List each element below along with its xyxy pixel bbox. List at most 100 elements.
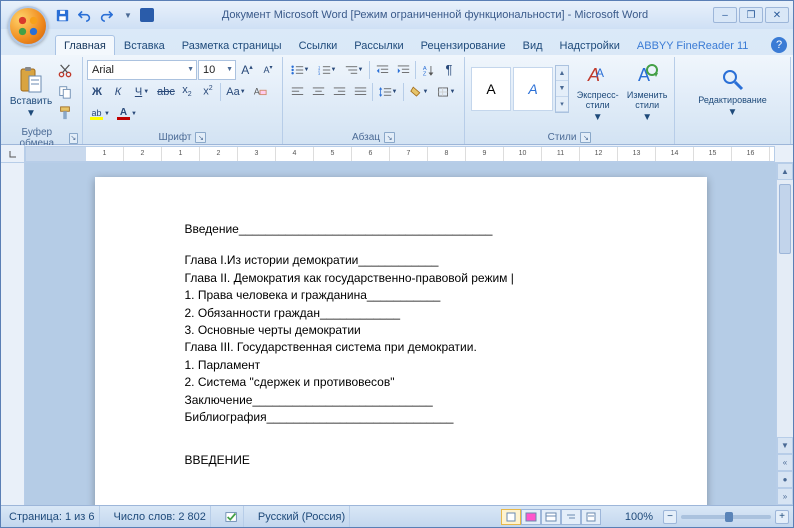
copy-button[interactable] [55,82,75,102]
quick-styles-button[interactable]: AA Экспресс-стили▼ [573,59,622,125]
font-color-button[interactable]: A▼ [114,104,140,124]
increase-indent-button[interactable] [393,60,413,80]
highlight-color-button[interactable]: ab▼ [87,104,113,124]
qat-undo-button[interactable] [75,6,93,24]
zoom-percent[interactable]: 100% [619,511,659,523]
align-left-button[interactable] [287,82,307,102]
document-line[interactable]: Библиография____________________________ [185,409,617,426]
cut-button[interactable] [55,61,75,81]
tab-abbyy[interactable]: ABBYY FineReader 11 [629,36,757,55]
document-line[interactable]: 2. Система "сдержек и противовесов" [185,374,617,391]
document-line[interactable]: 2. Обязанности граждан____________ [185,305,617,322]
view-print-layout[interactable] [501,509,521,525]
grow-font-button[interactable]: A▴ [237,60,257,80]
style-thumb-heading[interactable]: A [513,67,553,111]
status-page[interactable]: Страница: 1 из 6 [5,506,100,527]
horizontal-ruler[interactable]: 1212345678910111213141516 [25,146,775,162]
document-line[interactable]: 1. Права человека и гражданина__________… [185,287,617,304]
format-painter-button[interactable] [55,103,75,123]
tab-home[interactable]: Главная [55,35,115,55]
style-thumb-normal[interactable]: A [471,67,511,111]
status-language[interactable]: Русский (Россия) [254,506,350,527]
page-viewport[interactable]: Введение________________________________… [25,163,776,505]
clear-formatting-button[interactable]: A [250,82,270,102]
document-line[interactable]: ВВЕДЕНИЕ [185,452,617,469]
justify-button[interactable] [350,82,370,102]
document-line[interactable]: 1. Парламент [185,357,617,374]
styles-dialog-launcher[interactable]: ↘ [580,132,591,143]
scrollbar-thumb[interactable] [779,184,791,254]
minimize-button[interactable]: – [713,7,737,23]
zoom-in-button[interactable]: + [775,510,789,524]
view-full-screen[interactable] [521,509,541,525]
align-center-button[interactable] [308,82,328,102]
tab-mailings[interactable]: Рассылки [346,36,411,55]
document-line[interactable]: Глава I.Из истории демократии___________… [185,252,617,269]
document-line[interactable]: Глава III. Государственная система при д… [185,339,617,356]
scrollbar-track[interactable] [777,180,793,437]
decrease-indent-button[interactable] [372,60,392,80]
scroll-down-button[interactable]: ▼ [777,437,793,454]
tab-addins[interactable]: Надстройки [552,36,628,55]
document-line[interactable] [185,238,617,252]
scroll-up-button[interactable]: ▲ [777,163,793,180]
document-line[interactable]: Заключение___________________________ [185,392,617,409]
styles-gallery-scroll[interactable]: ▲▼▾ [555,65,569,113]
zoom-out-button[interactable]: − [663,510,677,524]
vertical-ruler[interactable] [1,163,25,505]
align-right-button[interactable] [329,82,349,102]
paste-button[interactable]: Вставить ▼ [9,59,53,125]
editing-button[interactable]: Редактирование▼ [688,59,778,125]
browse-object-button[interactable]: ● [777,471,793,488]
italic-button[interactable]: К [108,82,128,102]
bullets-button[interactable]: ▼ [287,60,313,80]
underline-button[interactable]: Ч▼ [129,82,155,102]
show-marks-button[interactable]: ¶ [439,60,459,80]
view-draft[interactable] [581,509,601,525]
tab-page-layout[interactable]: Разметка страницы [174,36,290,55]
superscript-button[interactable]: x2 [198,82,218,102]
multilevel-list-button[interactable]: ▼ [341,60,367,80]
document-line[interactable] [185,426,617,440]
strikethrough-button[interactable]: abc [156,82,176,102]
document-page[interactable]: Введение________________________________… [95,177,707,505]
status-spellcheck[interactable] [221,506,244,527]
bold-button[interactable]: Ж [87,82,107,102]
shading-button[interactable]: ▼ [406,82,432,102]
prev-page-button[interactable]: « [777,454,793,471]
qat-redo-button[interactable] [97,6,115,24]
paragraph-dialog-launcher[interactable]: ↘ [384,132,395,143]
sort-button[interactable]: AZ [418,60,438,80]
document-line[interactable]: 3. Основные черты демократии [185,322,617,339]
change-case-button[interactable]: Aa▼ [223,82,249,102]
line-spacing-button[interactable]: ▼ [375,82,401,102]
help-button[interactable]: ? [771,37,787,53]
close-button[interactable]: ✕ [765,7,789,23]
change-styles-button[interactable]: A Изменить стили▼ [624,59,670,125]
view-web-layout[interactable] [541,509,561,525]
borders-button[interactable]: ▼ [433,82,459,102]
tab-references[interactable]: Ссылки [291,36,346,55]
zoom-slider-thumb[interactable] [725,512,733,522]
tab-view[interactable]: Вид [515,36,551,55]
tab-review[interactable]: Рецензирование [413,36,514,55]
subscript-button[interactable]: x2 [177,82,197,102]
tab-selector[interactable] [1,145,25,163]
font-dialog-launcher[interactable]: ↘ [195,132,206,143]
next-page-button[interactable]: » [777,488,793,505]
document-line[interactable]: Введение________________________________… [185,221,617,238]
view-outline[interactable] [561,509,581,525]
office-button[interactable] [8,6,48,46]
shrink-font-button[interactable]: A▾ [258,60,278,80]
qat-save-button[interactable] [53,6,71,24]
document-line[interactable]: Глава II. Демократия как государственно-… [185,270,617,287]
status-word-count[interactable]: Число слов: 2 802 [110,506,211,527]
numbering-button[interactable]: 123▼ [314,60,340,80]
font-family-combo[interactable]: Arial▼ [87,60,197,80]
qat-customize-button[interactable]: ▼ [119,6,137,24]
vertical-scrollbar[interactable]: ▲ ▼ « ● » [776,163,793,505]
font-size-combo[interactable]: 10▼ [198,60,236,80]
tab-insert[interactable]: Вставка [116,36,173,55]
clipboard-dialog-launcher[interactable]: ↘ [69,133,78,144]
maximize-button[interactable]: ❐ [739,7,763,23]
